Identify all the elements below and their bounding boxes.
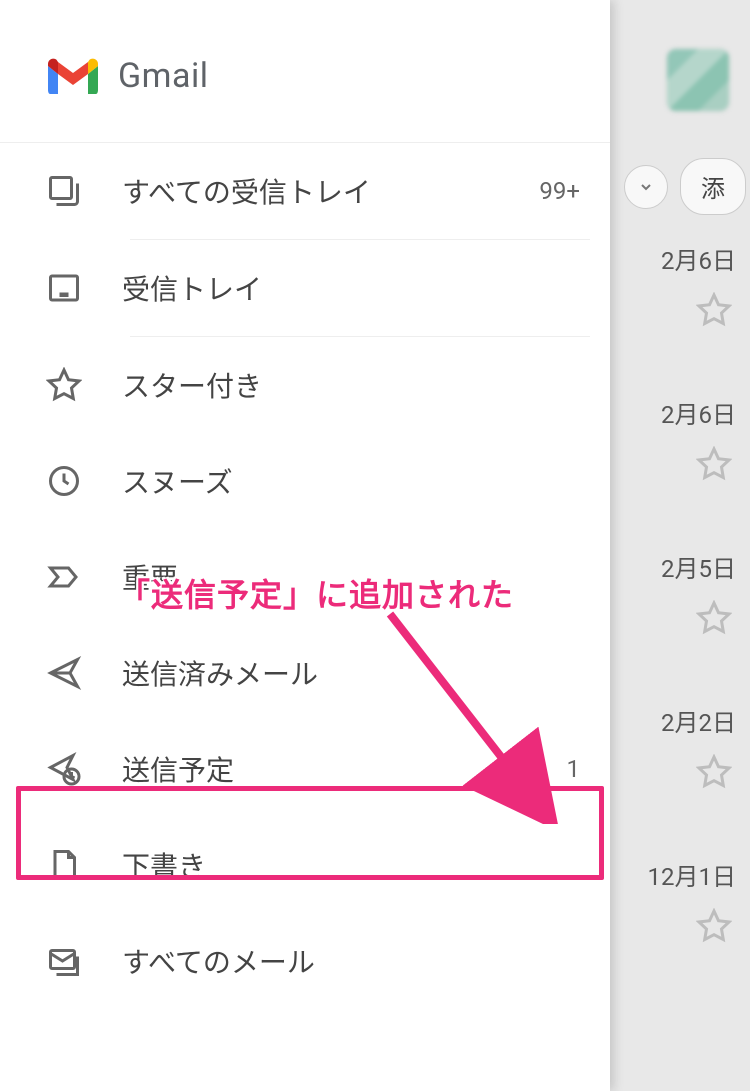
sidebar-item-label: 受信トレイ [122, 268, 490, 308]
drawer-header: Gmail [0, 0, 610, 143]
sidebar-item-label: スター付き [122, 365, 490, 405]
sidebar-item-label: スヌーズ [122, 461, 490, 501]
sidebar-item-label: 重要 [122, 557, 490, 597]
chevron-down-icon[interactable] [624, 165, 668, 209]
app-title: Gmail [118, 56, 209, 96]
inbox-icon [46, 270, 82, 306]
sidebar-item-count: 99+ [530, 177, 580, 205]
navigation-drawer: Gmail すべての受信トレイ 99+ 受信トレイ スター付き [0, 0, 610, 1091]
star-icon [46, 367, 82, 403]
sidebar-item-label: すべての受信トレイ [122, 171, 490, 211]
sidebar-item-label: 下書き [122, 845, 490, 885]
message-date: 2月6日 [661, 395, 736, 430]
star-icon[interactable] [696, 600, 732, 640]
message-date: 2月5日 [661, 549, 736, 584]
sidebar-item-count: 1 [530, 755, 580, 783]
sidebar-item-sent[interactable]: 送信済みメール [0, 625, 610, 721]
star-icon[interactable] [696, 754, 732, 794]
scheduled-icon [46, 751, 82, 787]
sidebar-item-label: 送信済みメール [122, 653, 490, 693]
star-icon[interactable] [696, 292, 732, 332]
sidebar-item-snoozed[interactable]: スヌーズ [0, 433, 610, 529]
message-date: 12月1日 [648, 857, 736, 892]
all-mail-icon [46, 943, 82, 979]
sidebar-item-drafts[interactable]: 下書き [0, 817, 610, 913]
star-icon[interactable] [696, 446, 732, 486]
clock-icon [46, 463, 82, 499]
sidebar-item-label: 送信予定 [122, 749, 490, 789]
sidebar-item-scheduled[interactable]: 送信予定 1 [0, 721, 610, 817]
filter-chip-attachment[interactable]: 添 [680, 158, 746, 215]
message-date: 2月6日 [661, 241, 736, 276]
message-date: 2月2日 [661, 703, 736, 738]
important-icon [46, 559, 82, 595]
sent-icon [46, 655, 82, 691]
sidebar-item-all-mail[interactable]: すべてのメール [0, 913, 610, 1009]
sidebar-item-inbox[interactable]: 受信トレイ [0, 240, 610, 336]
sidebar-item-important[interactable]: 重要 [0, 529, 610, 625]
sidebar-item-starred[interactable]: スター付き [0, 337, 610, 433]
sidebar-item-label: すべてのメール [122, 941, 490, 981]
avatar[interactable] [666, 48, 730, 112]
all-inboxes-icon [46, 173, 82, 209]
drawer-list: すべての受信トレイ 99+ 受信トレイ スター付き スヌーズ [0, 143, 610, 1091]
gmail-logo-icon [46, 56, 100, 96]
sidebar-item-all-inboxes[interactable]: すべての受信トレイ 99+ [0, 143, 610, 239]
draft-icon [46, 847, 82, 883]
star-icon[interactable] [696, 908, 732, 948]
